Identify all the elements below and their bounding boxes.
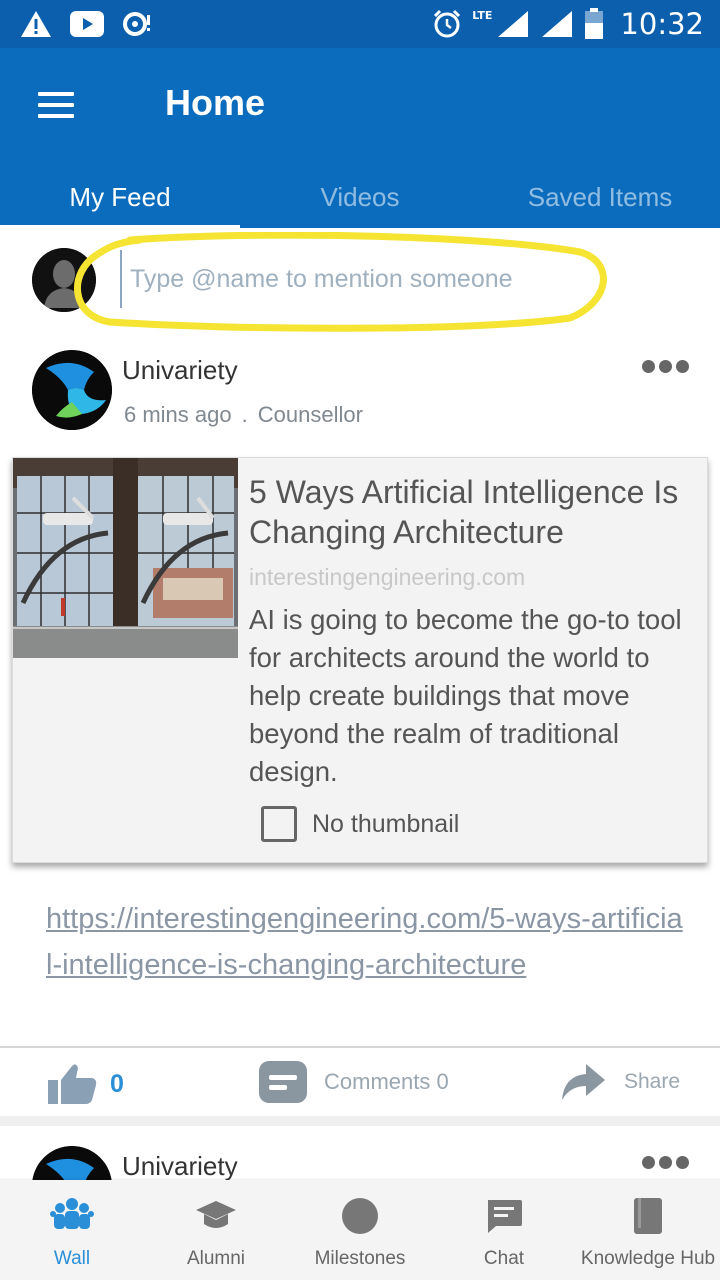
sync-icon (123, 12, 150, 36)
nav-label-knowledge-hub: Knowledge Hub (580, 1248, 716, 1269)
preview-title: 5 Ways Artificial Intelligence Is Changi… (249, 474, 679, 550)
preview-thumbnail (13, 458, 238, 658)
signal-icon (498, 11, 529, 37)
nav-milestones[interactable]: Milestones (288, 1180, 432, 1280)
post-link[interactable]: https://interestingengineering.com/5-way… (46, 896, 686, 988)
chat-bubble-icon (488, 1200, 522, 1233)
book-icon (634, 1198, 662, 1234)
thumbs-up-icon (48, 1064, 97, 1104)
comment-icon (259, 1061, 307, 1103)
post-separator (0, 1116, 720, 1126)
post-meta: 6 mins ago. Counsellor (124, 402, 363, 428)
nav-label-wall: Wall (53, 1248, 91, 1269)
network-type: LTE (472, 8, 493, 22)
comments-button[interactable]: Comments 0 (258, 1060, 449, 1104)
graduation-cap-icon (196, 1201, 236, 1228)
hamburger-menu-icon[interactable] (28, 86, 84, 126)
post-time: 6 mins ago (124, 402, 232, 427)
no-thumbnail-label: No thumbnail (312, 809, 460, 838)
preview-description: AI is going to become the go-to tool for… (249, 604, 682, 787)
user-avatar (32, 248, 96, 312)
nav-label-alumni: Alumni (186, 1248, 246, 1269)
app-screen: LTE 10:32 Home My Feed Videos Saved Item… (0, 0, 720, 1280)
nav-wall[interactable]: Wall (0, 1180, 144, 1280)
nav-knowledge-hub[interactable]: Knowledge Hub (576, 1180, 720, 1280)
youtube-icon (70, 11, 104, 37)
post-author[interactable]: Univariety (122, 1151, 238, 1182)
share-label: Share (624, 1070, 681, 1093)
tab-videos[interactable]: Videos (240, 170, 480, 228)
no-thumbnail-option[interactable]: No thumbnail (261, 806, 459, 842)
status-bar: LTE 10:32 (0, 0, 720, 48)
architecture-photo (13, 458, 238, 658)
preview-domain: interestingengineering.com (249, 564, 526, 590)
mention-input[interactable] (120, 250, 590, 308)
tab-my-feed[interactable]: My Feed (0, 170, 240, 228)
like-button[interactable] (46, 1062, 98, 1106)
share-button[interactable]: Share (560, 1062, 680, 1102)
more-options-icon[interactable] (640, 1152, 690, 1174)
post-composer (0, 228, 720, 338)
person-silhouette-icon (32, 248, 96, 312)
univariety-logo-icon (32, 350, 112, 430)
alarm-icon (434, 9, 461, 38)
nav-label-milestones: Milestones (314, 1248, 406, 1269)
warning-icon (21, 11, 51, 37)
page-title: Home (165, 82, 266, 123)
like-count: 0 (110, 1070, 124, 1098)
nav-label-chat: Chat (483, 1248, 525, 1269)
author-avatar[interactable] (32, 350, 112, 430)
more-options-icon[interactable] (640, 356, 690, 378)
nav-alumni[interactable]: Alumni (144, 1180, 288, 1280)
clock: 10:32 (620, 7, 704, 41)
tab-saved-items[interactable]: Saved Items (480, 170, 720, 228)
battery-icon (585, 8, 604, 39)
comments-label: Comments 0 (324, 1069, 449, 1094)
no-thumbnail-checkbox[interactable] (261, 806, 297, 842)
tab-bar: My Feed Videos Saved Items (0, 170, 720, 228)
signal-icon (542, 11, 573, 37)
meta-separator: . (241, 402, 248, 427)
link-preview-card[interactable]: 5 Ways Artificial Intelligence Is Changi… (12, 457, 708, 863)
nav-chat[interactable]: Chat (432, 1180, 576, 1280)
bottom-navigation: Wall Alumni Milestones Chat Knowledge Hu… (0, 1180, 720, 1280)
post-author[interactable]: Univariety (122, 355, 238, 386)
author-role: Counsellor (257, 402, 363, 427)
app-bar: Home My Feed Videos Saved Items (0, 48, 720, 228)
post-actions: 0 Comments 0 Share (0, 1048, 720, 1116)
share-arrow-icon (562, 1064, 605, 1100)
circle-icon (342, 1198, 378, 1234)
people-group-icon (50, 1198, 94, 1229)
